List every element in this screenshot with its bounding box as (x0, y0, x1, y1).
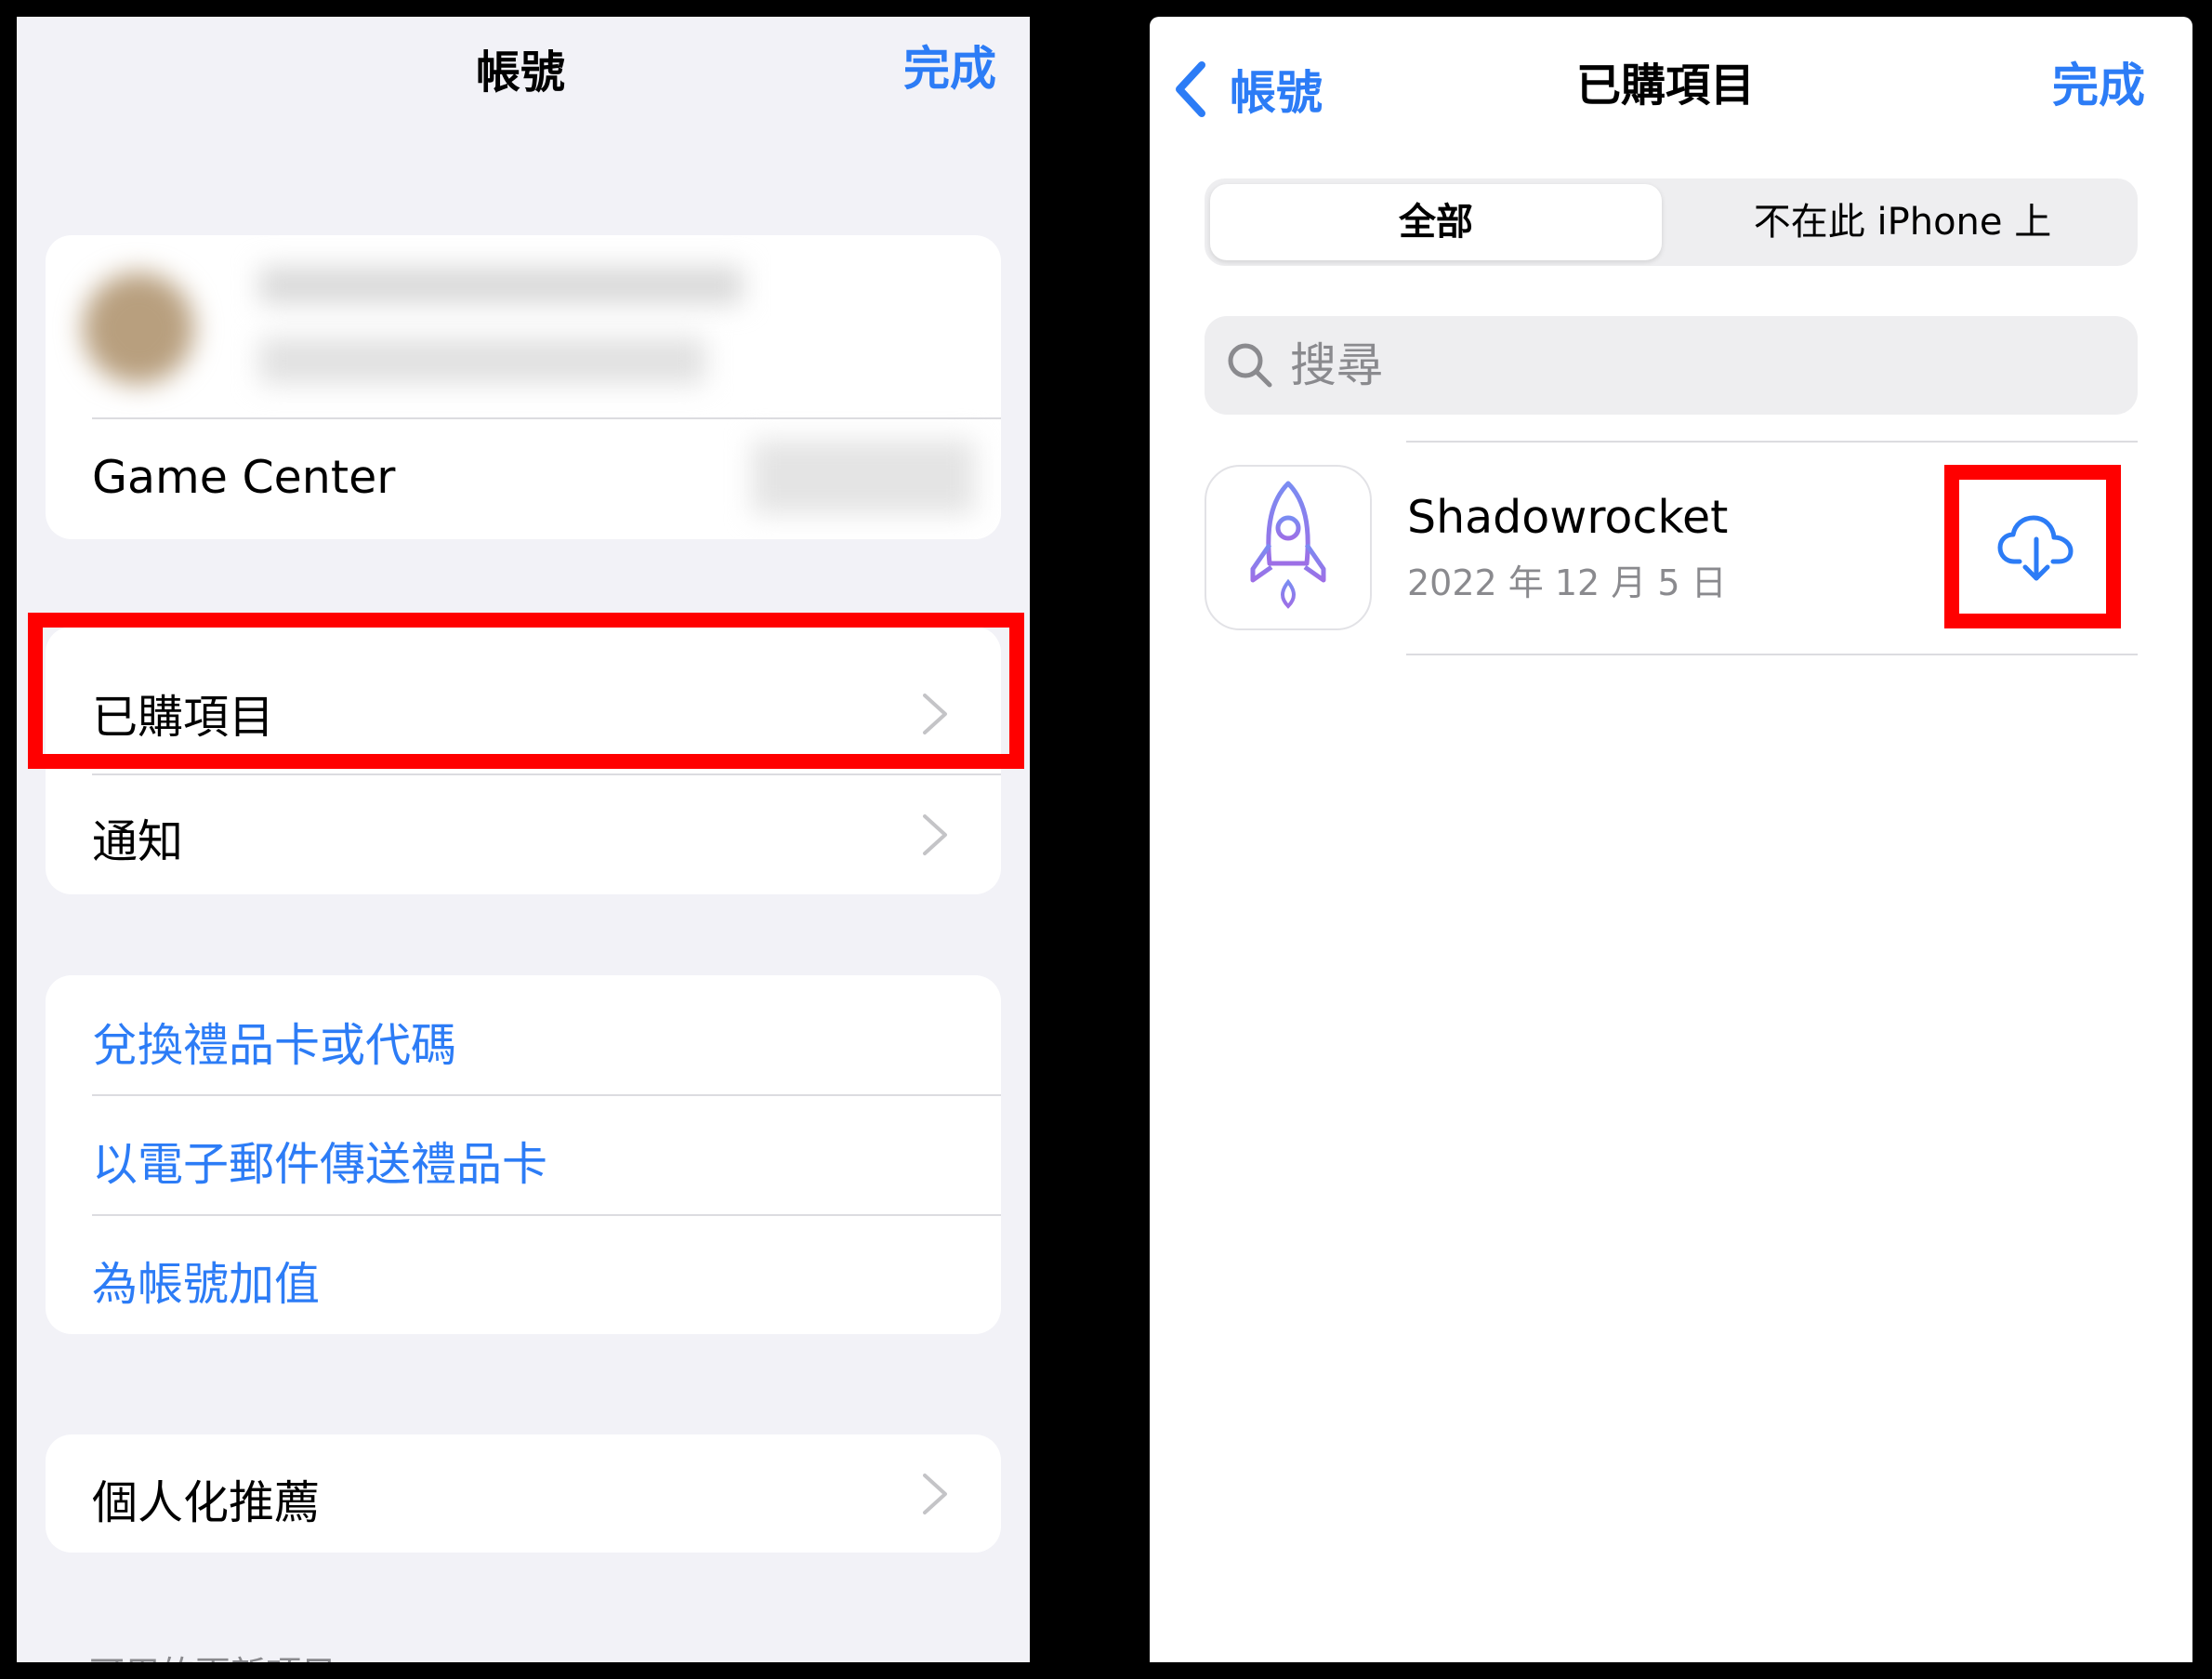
avatar (83, 272, 194, 384)
game-center-value-redacted (752, 440, 975, 514)
redeem-gift-card-link: 兌換禮品卡或代碼 (92, 1019, 457, 1072)
profile-row[interactable] (46, 235, 1001, 417)
app-purchase-date: 2022 年 12 月 5 日 (1407, 562, 1727, 603)
profile-email-redacted (259, 337, 705, 384)
send-gift-row[interactable]: 以電子郵件傳送禮品卡 (46, 1096, 1001, 1214)
chevron-left-icon (1176, 61, 1205, 117)
game-center-row[interactable]: Game Center (46, 419, 1001, 539)
profile-name-redacted (259, 267, 743, 304)
purchased-highlight-box (28, 613, 1024, 769)
add-funds-row[interactable]: 為帳號加值 (46, 1216, 1001, 1334)
download-button[interactable] (1997, 513, 2075, 584)
personalized-label: 個人化推薦 (92, 1476, 321, 1529)
personalized-card: 個人化推薦 (46, 1434, 1001, 1553)
segmented-control: 全部 不在此 iPhone 上 (1205, 178, 2138, 266)
divider (1406, 654, 2138, 655)
shadowrocket-app-icon (1205, 465, 1372, 630)
send-gift-card-link: 以電子郵件傳送禮品卡 (92, 1138, 548, 1191)
segment-all[interactable]: 全部 (1205, 178, 1667, 266)
notifications-label: 通知 (92, 815, 184, 868)
chevron-right-icon (923, 1474, 947, 1514)
app-name: Shadowrocket (1407, 491, 1729, 544)
add-funds-link: 為帳號加值 (92, 1258, 321, 1311)
search-placeholder: 搜尋 (1290, 338, 1383, 392)
search-input[interactable]: 搜尋 (1205, 316, 2138, 415)
divider (1406, 441, 2138, 443)
cloud-download-icon (1997, 515, 2074, 581)
search-icon (1228, 343, 1272, 388)
profile-card: Game Center (46, 235, 1001, 539)
updates-section-header: 可用的更新項目 (89, 1646, 336, 1662)
done-button[interactable]: 完成 (903, 32, 996, 99)
chevron-right-icon (923, 814, 947, 855)
notifications-row[interactable]: 通知 (46, 775, 1001, 894)
segment-not-on-iphone[interactable]: 不在此 iPhone 上 (1667, 178, 2138, 266)
personalized-row[interactable]: 個人化推薦 (46, 1434, 1001, 1553)
back-label: 帳號 (1230, 66, 1323, 120)
nav-title: 帳號 (476, 46, 566, 99)
account-screen: 帳號 完成 Game Center 已購項目 通知 兌換禮品卡或代碼 以電子郵件… (17, 17, 1030, 1662)
nav-title: 已購項目 (1576, 59, 1756, 112)
done-button[interactable]: 完成 (2052, 48, 2145, 115)
redeem-row[interactable]: 兌換禮品卡或代碼 (46, 975, 1001, 1094)
rocket-icon (1250, 481, 1326, 609)
purchased-screen: 帳號 已購項目 完成 全部 不在此 iPhone 上 搜尋 Shadowrock… (1150, 17, 2192, 1662)
game-center-label: Game Center (92, 451, 396, 504)
gift-card-actions-card: 兌換禮品卡或代碼 以電子郵件傳送禮品卡 為帳號加值 (46, 975, 1001, 1334)
